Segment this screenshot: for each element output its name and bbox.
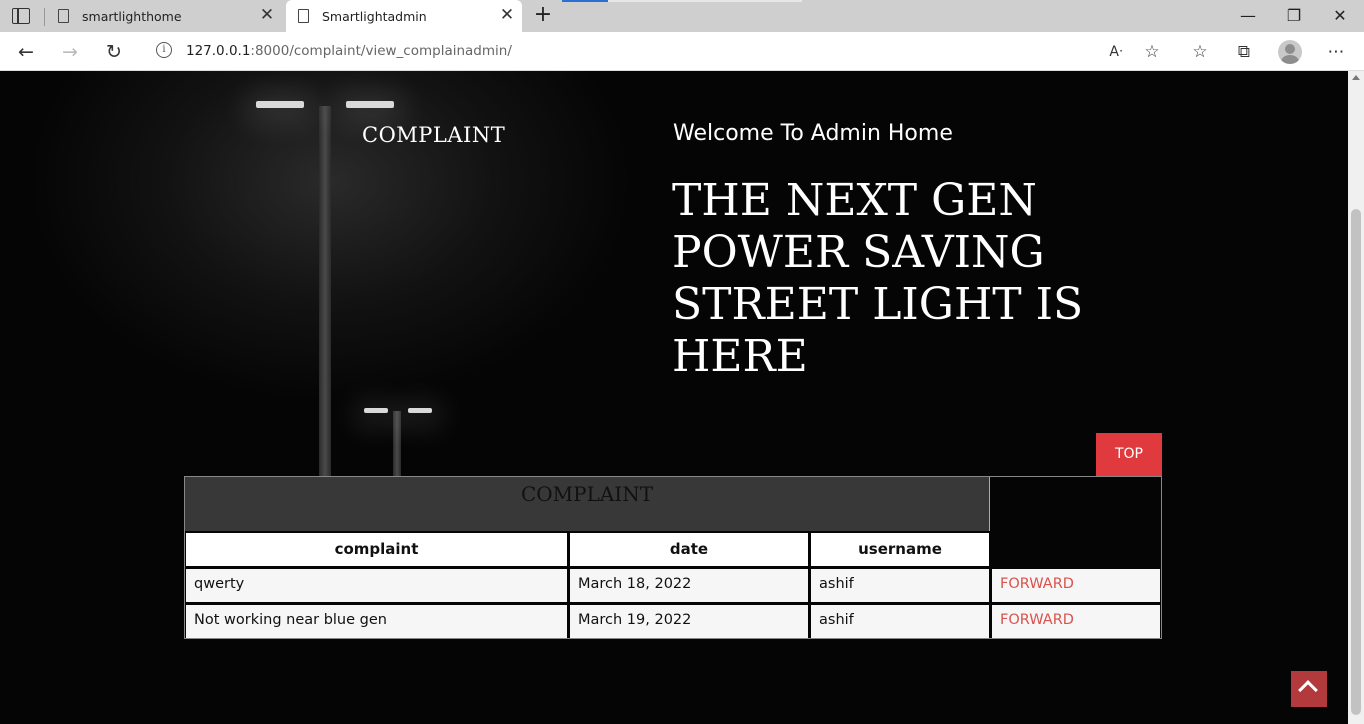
welcome-heading: Welcome To Admin Home	[673, 121, 953, 146]
page-icon	[58, 9, 69, 23]
table-caption: COMPLAINT	[185, 477, 990, 531]
tab-close-icon[interactable]: ✕	[258, 6, 276, 24]
column-header-username: username	[811, 533, 989, 566]
window-close-icon[interactable]: ✕	[1328, 4, 1352, 28]
street-lamp-head	[408, 408, 432, 413]
cell-date: March 18, 2022	[570, 569, 808, 602]
scrollbar-thumb[interactable]	[1351, 209, 1361, 715]
browser-toolbar: ← → ↻ i 127.0.0.1:8000/complaint/view_co…	[0, 32, 1364, 71]
page-icon	[298, 9, 309, 23]
hero-heading: THE NEXT GEN POWER SAVING STREET LIGHT I…	[672, 175, 1084, 382]
url-host: 127.0.0.1	[186, 43, 251, 59]
forward-link[interactable]: FORWARD	[992, 605, 1160, 638]
tab-smartlighthome[interactable]: smartlighthome ✕	[46, 0, 282, 32]
back-icon[interactable]: ←	[14, 40, 38, 64]
tab-smartlightadmin[interactable]: Smartlightadmin ✕	[286, 0, 522, 32]
top-button[interactable]: TOP	[1096, 433, 1162, 476]
street-lamp-head	[364, 408, 388, 413]
scroll-up-arrow-icon[interactable]	[1352, 75, 1360, 80]
url-path: :8000/complaint/view_complainadmin/	[250, 43, 512, 59]
reload-icon[interactable]: ↻	[102, 40, 126, 64]
page-scrollbar[interactable]	[1348, 71, 1364, 724]
cell-username: ashif	[811, 605, 989, 638]
brand-title[interactable]: COMPLAINT	[362, 123, 505, 147]
column-header-complaint: complaint	[186, 533, 567, 566]
address-bar[interactable]: i 127.0.0.1:8000/complaint/view_complain…	[142, 36, 1172, 66]
tab-title: smartlighthome	[82, 9, 182, 24]
street-lamp-head	[256, 101, 304, 108]
minimize-icon[interactable]: —	[1236, 4, 1260, 28]
add-favorite-icon[interactable]: ☆	[1140, 40, 1164, 64]
collections-icon[interactable]: ⧉	[1232, 40, 1256, 64]
new-tab-icon[interactable]: +	[532, 4, 554, 26]
more-options-icon[interactable]: ⋯	[1324, 40, 1348, 64]
tab-drag-indicator	[562, 0, 608, 2]
favorites-icon[interactable]: ☆	[1188, 40, 1212, 64]
tab-close-icon[interactable]: ✕	[498, 6, 516, 24]
tab-title: Smartlightadmin	[322, 9, 427, 24]
cell-complaint: Not working near blue gen	[186, 605, 567, 638]
column-header-date: date	[570, 533, 808, 566]
read-aloud-icon[interactable]: Aᐧ	[1104, 40, 1128, 64]
profile-avatar[interactable]	[1278, 40, 1302, 64]
browser-tab-bar: smartlighthome ✕ Smartlightadmin ✕ + — ❐…	[0, 0, 1364, 32]
forward-icon[interactable]: →	[58, 40, 82, 64]
cell-complaint: qwerty	[186, 569, 567, 602]
scroll-to-top-button[interactable]	[1291, 671, 1327, 707]
cell-username: ashif	[811, 569, 989, 602]
page-background: COMPLAINT Welcome To Admin Home THE NEXT…	[0, 71, 1348, 724]
forward-link[interactable]: FORWARD	[992, 569, 1160, 602]
street-lamp-post	[319, 106, 331, 526]
street-lamp-head	[346, 101, 394, 108]
tab-separator	[44, 8, 45, 26]
url-text[interactable]: 127.0.0.1:8000/complaint/view_complainad…	[186, 43, 512, 59]
restore-icon[interactable]: ❐	[1282, 4, 1306, 28]
site-info-icon[interactable]: i	[156, 42, 172, 58]
cell-date: March 19, 2022	[570, 605, 808, 638]
tab-drag-track	[608, 0, 802, 2]
tab-actions-icon[interactable]	[12, 8, 30, 24]
